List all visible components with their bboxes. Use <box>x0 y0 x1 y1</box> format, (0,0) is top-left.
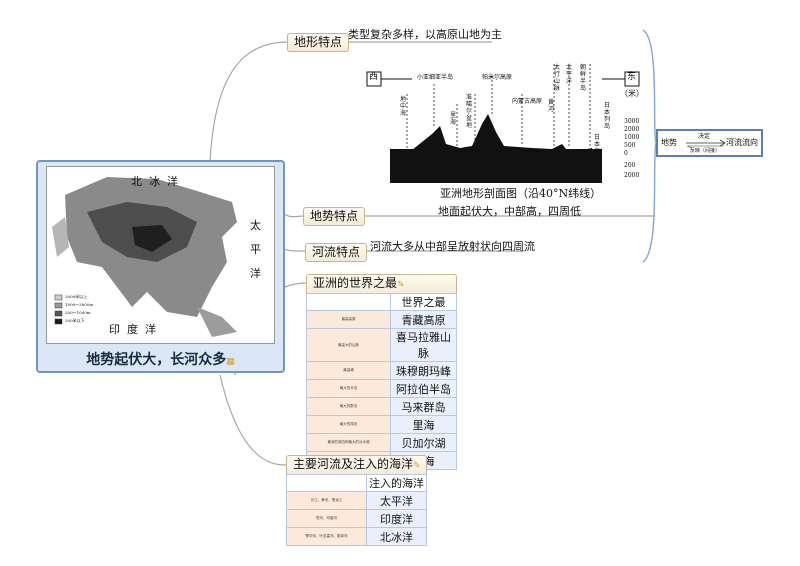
note-icon: ▦ <box>226 357 235 367</box>
profile-west: 西 <box>369 72 379 82</box>
relation-bottom: 反映（间接） <box>690 148 721 154</box>
table-row: 最高大的山脉 喜马拉雅山脉 <box>306 328 457 362</box>
topic-world-records[interactable]: 亚洲的世界之最✎ <box>306 274 457 295</box>
link-terrain-features <box>209 41 289 163</box>
rivers-table: 注入的海洋 长江、黄河、黑龙江 太平洋 恒河、印度河 印度洋 鄂毕河、叶尼塞河、… <box>286 474 427 546</box>
map-label-ocean-2: 洋 <box>250 267 261 280</box>
relation-top: 决定 <box>698 133 711 140</box>
profile-tick-0: 3000 <box>624 118 640 125</box>
map-label-ocean-3: 洋 <box>145 323 156 336</box>
topic-terrain-features[interactable]: 地形特点 <box>287 33 350 52</box>
map-legend-3: 200～1000m <box>65 310 91 315</box>
table-row: 最高高原 青藏高原 <box>306 310 457 329</box>
profile-tick-3: 500 <box>624 142 636 149</box>
map-label-tai: 太 <box>250 219 261 232</box>
map-label-ping: 平 <box>250 243 261 256</box>
map-label-north: 北 <box>131 175 142 188</box>
topic-rivers[interactable]: 河流特点 <box>305 243 368 262</box>
table-row: 最大的群岛 马来群岛 <box>306 397 457 416</box>
map-legend-4: 200米以下 <box>65 318 85 323</box>
profile-tick-1: 2000 <box>624 126 640 133</box>
relation-right: 河流流向 <box>726 138 758 147</box>
profile-place-1: 小亚细亚半岛 <box>417 74 454 81</box>
world-records-table: 世界之最 最高高原 青藏高原 最高大的山脉 喜马拉雅山脉 最高峰 珠穆朗玛峰 最… <box>306 293 457 470</box>
relation-left: 地势 <box>661 138 677 147</box>
table-header-row: 注入的海洋 <box>286 474 427 492</box>
profile-place-2: 里海 <box>450 112 457 126</box>
profile-place-10: 日本海 <box>594 134 601 155</box>
note-rivers: 河流大多从中部呈放射状向四周流 <box>370 240 535 253</box>
table-row: 最高峰 珠穆朗玛峰 <box>306 361 457 380</box>
profile-place-4: 内蒙古高原 <box>512 98 543 105</box>
topic-rivers-oceans[interactable]: 主要河流及注入的海洋✎ <box>286 455 427 476</box>
note-relief: 地面起伏大，中部高，四周低 <box>438 205 581 218</box>
table-row: 恒河、印度河 印度洋 <box>286 509 427 528</box>
profile-tick-4: 0 <box>624 150 628 157</box>
table-row: 最深的湖泊和最大的淡水湖 贝加尔湖 <box>306 433 457 452</box>
profile-place-5: 准噶尔盆地 <box>466 94 473 129</box>
map-label-ocean-1: 洋 <box>167 175 178 188</box>
table-header-row: 世界之最 <box>306 293 457 311</box>
pen-icon: ✎ <box>413 461 421 471</box>
map-label-ice: 冰 <box>149 175 160 188</box>
profile-place-0: 地中海 <box>400 96 407 117</box>
map-legend-1: 3000米以上 <box>65 294 88 299</box>
asia-terrain-map: 北 冰 洋 太 平 洋 印 度 洋 3000米以上 1000～3000m 200… <box>46 166 275 344</box>
map-label-yin: 印 <box>109 323 120 336</box>
link-rivers-table <box>219 374 287 466</box>
map-legend-2: 1000～3000m <box>65 302 94 307</box>
profile-place-7: 太行山脉 <box>554 64 561 92</box>
profile-east: 东 <box>627 72 637 82</box>
table-row: 长江、黄河、黑龙江 太平洋 <box>286 491 427 510</box>
table-row: 最大的湖泊 里海 <box>306 415 457 434</box>
central-topic-title: 地势起伏大，长河众多▦ <box>86 352 235 368</box>
profile-tick-2: 1000 <box>624 134 640 141</box>
topic-relief[interactable]: 地势特点 <box>303 207 366 226</box>
profile-tick-5: 200 <box>624 162 636 169</box>
terrain-profile: 西 东 （米） 3000 2000 1000 500 0 200 2000 地中… <box>362 54 644 194</box>
pen-icon: ✎ <box>397 280 405 290</box>
profile-place-6: 黄河 <box>548 99 555 113</box>
profile-tick-6: 2000 <box>624 172 640 179</box>
profile-place-9: 日本列岛 <box>604 102 611 130</box>
table-header: 注入的海洋 <box>366 474 427 492</box>
profile-unit: （米） <box>620 89 644 98</box>
bracket-connector <box>642 29 657 263</box>
profile-place-8: 太平洋 <box>566 64 573 85</box>
profile-place-3: 帕米尔高原 <box>482 74 513 81</box>
relation-box[interactable]: 地势 决定 河流流向 反映（间接） <box>656 129 763 157</box>
map-label-du: 度 <box>127 323 138 336</box>
table-row: 最大的半岛 阿拉伯半岛 <box>306 379 457 398</box>
note-terrain-features: 类型复杂多样，以高原山地为主 <box>348 28 502 41</box>
table-row: 鄂毕河、叶尼塞河、勒拿河 北冰洋 <box>286 527 427 546</box>
table-header: 世界之最 <box>390 293 457 311</box>
profile-place-11: 朝鲜半岛 <box>580 64 587 92</box>
